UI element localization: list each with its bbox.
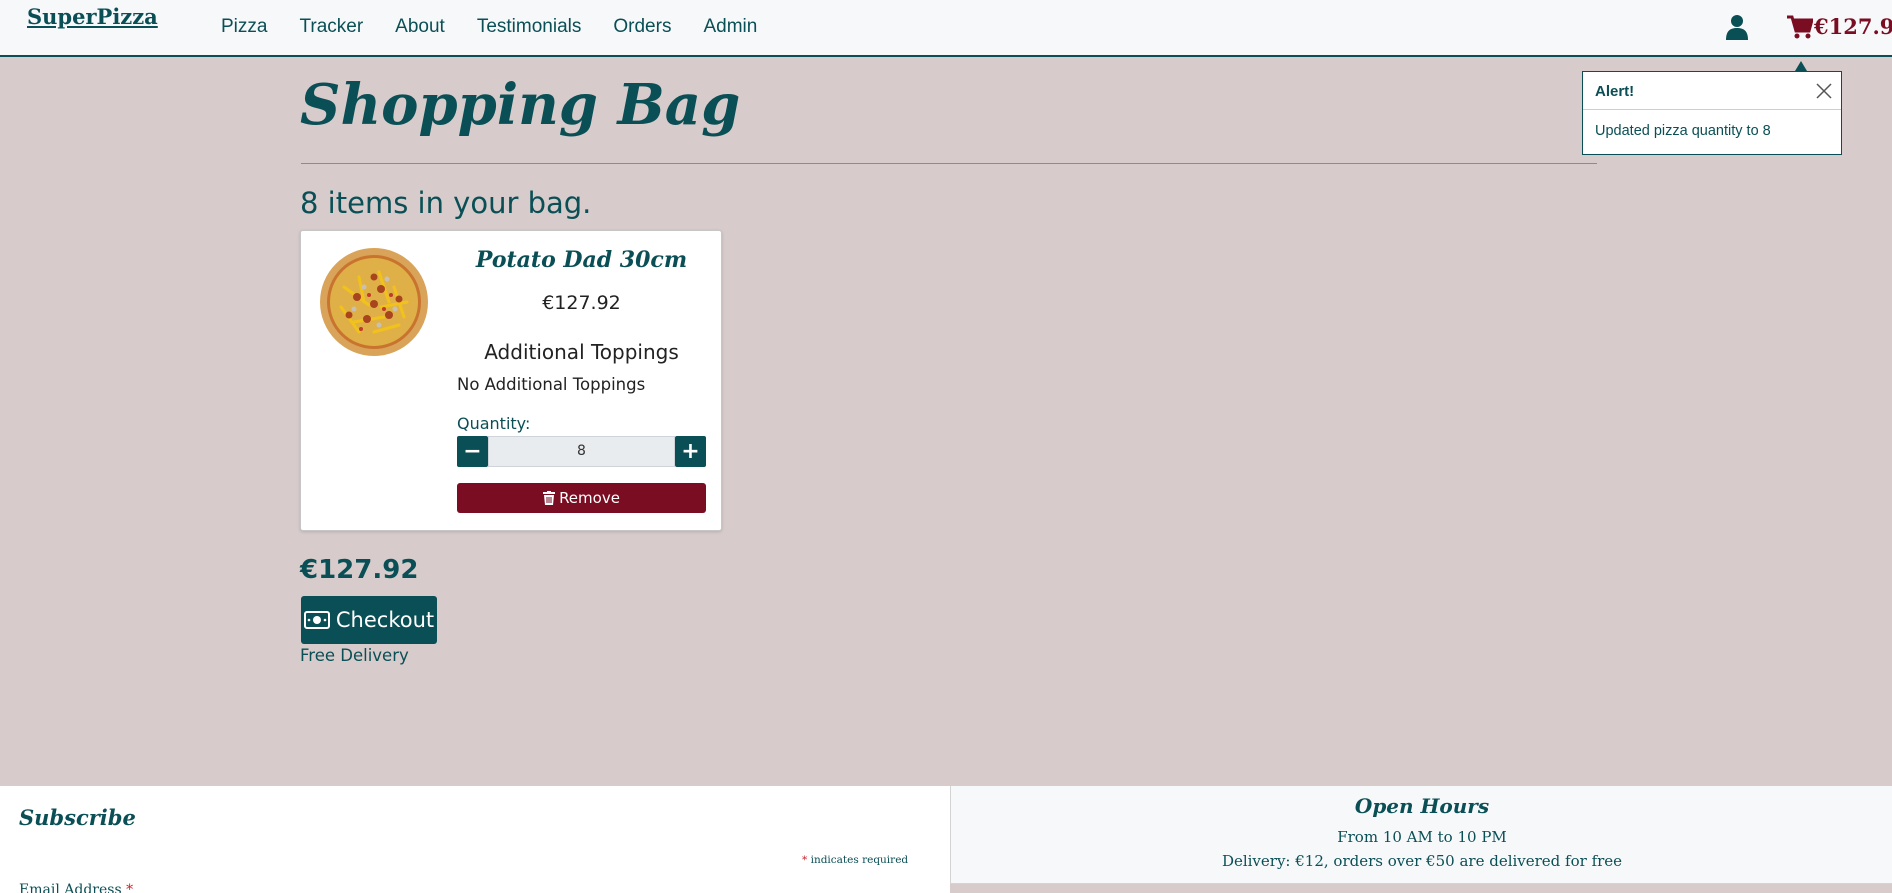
increment-button[interactable]: + [675,436,706,467]
required-note: * indicates required [802,854,908,866]
nav-link-about[interactable]: About [395,16,445,38]
alert-toast: Alert! Updated pizza quantity to 8 [1582,71,1842,155]
remove-button[interactable]: Remove [457,483,706,513]
nav-link-admin[interactable]: Admin [703,16,757,38]
user-icon[interactable] [1725,14,1749,40]
pizza-price: €127.92 [542,292,621,314]
email-label: Email Address * [19,882,133,893]
required-text: indicates required [810,854,909,866]
pizza-image [320,248,428,356]
nav-links: Pizza Tracker About Testimonials Orders … [221,16,789,38]
email-required-star: * [126,882,134,893]
nav-link-tracker[interactable]: Tracker [299,16,363,38]
brand-logo-link[interactable]: SuperPizza [27,4,158,29]
nav-link-testimonials[interactable]: Testimonials [477,16,582,38]
toast-title: Alert! [1595,83,1635,100]
toast-message: Updated pizza quantity to 8 [1595,123,1771,139]
pizza-name: Potato Dad 30cm [475,247,688,273]
title-divider [301,163,1597,164]
toast-header: Alert! [1583,72,1841,110]
toppings-value: No Additional Toppings [457,375,646,394]
cart-total: €127.92 [1814,14,1892,39]
top-navbar: SuperPizza Pizza Tracker About Testimoni… [0,0,1892,57]
bag-item-card: Potato Dad 30cm €127.92 Additional Toppi… [300,230,722,531]
subscribe-section: Subscribe * indicates required Email Add… [0,786,950,893]
page-title: Shopping Bag [300,72,741,138]
items-count-text: 8 items in your bag. [300,186,592,220]
open-hours-section: Open Hours From 10 AM to 10 PM Delivery:… [950,786,1892,884]
nav-link-orders[interactable]: Orders [613,16,671,38]
quantity-label: Quantity: [457,414,531,433]
money-bill-icon [303,611,330,629]
subscribe-title: Subscribe [19,805,136,830]
toppings-heading: Additional Toppings [484,340,679,364]
quantity-input[interactable]: 8 [488,436,675,467]
email-label-text: Email Address [19,882,122,893]
shopping-cart-icon [1787,15,1813,38]
delivery-note: Free Delivery [300,646,409,665]
open-hours-title: Open Hours [1354,794,1490,818]
bag-total: €127.92 [300,555,419,585]
required-star: * [802,854,808,866]
cart-button[interactable]: €127.92 [1787,14,1892,39]
trash-icon [543,491,556,505]
remove-label: Remove [559,489,620,507]
checkout-button[interactable]: Checkout [301,596,437,644]
toast-arrow [1795,61,1807,71]
close-icon[interactable] [1815,82,1833,100]
decrement-button[interactable]: − [457,436,488,467]
open-hours-time: From 10 AM to 10 PM [1337,828,1507,846]
checkout-label: Checkout [335,608,435,632]
quantity-stepper: − 8 + [457,436,706,467]
delivery-info: Delivery: €12, orders over €50 are deliv… [1221,852,1623,870]
nav-link-pizza[interactable]: Pizza [221,16,267,38]
